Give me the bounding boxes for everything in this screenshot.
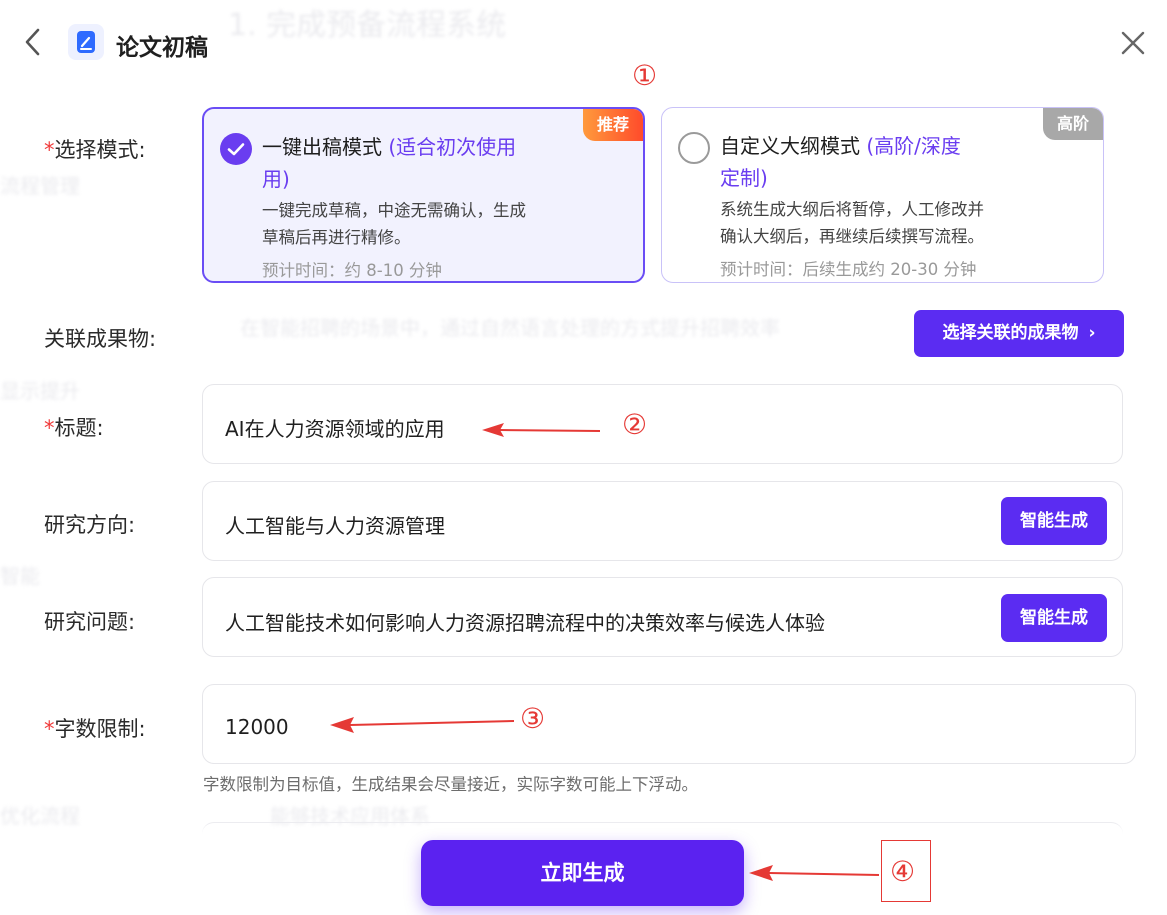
direction-input-value: 人工智能与人力资源管理 <box>225 514 445 538</box>
word-limit-input-value: 12000 <box>225 715 289 739</box>
required-mark: * <box>44 138 55 162</box>
title-input-value: AI在人力资源领域的应用 <box>225 417 445 441</box>
annotation-arrow-2 <box>482 423 601 437</box>
mode-card-one-click[interactable]: 一键出稿模式 (适合初次使用 用) 一键完成草稿，中途无需确认，生成 草稿后再进… <box>202 107 645 283</box>
mode-card-title: 自定义大纲模式 (高阶/深度 定制) <box>720 134 961 190</box>
background-text: 在智能招聘的场景中，通过自然语言处理的方式提升招聘效率 <box>240 316 780 340</box>
document-edit-icon <box>68 24 104 60</box>
background-text: 显示提升 <box>0 379 80 403</box>
annotation-arrow-4 <box>749 865 880 881</box>
title-input[interactable]: AI在人力资源领域的应用 <box>202 384 1123 464</box>
back-arrow-icon[interactable] <box>18 24 48 60</box>
annotation-marker-3: ③ <box>520 702 546 735</box>
unchecked-radio-icon <box>678 132 710 164</box>
question-input-value: 人工智能技术如何影响人力资源招聘流程中的决策效率与候选人体验 <box>225 611 825 635</box>
question-label: 研究问题: <box>44 610 136 634</box>
background-text: 流程管理 <box>0 174 80 198</box>
close-icon[interactable] <box>1116 26 1150 60</box>
generate-question-button[interactable]: 智能生成 <box>1001 594 1107 642</box>
recommend-badge: 推荐 <box>582 109 643 141</box>
mode-card-description: 系统生成大纲后将暂停，人工修改并 确认大纲后，再继续后续撰写流程。 <box>720 200 984 246</box>
annotation-marker-1: ① <box>632 59 658 92</box>
generate-now-button[interactable]: 立即生成 <box>421 840 744 906</box>
question-input[interactable]: 人工智能技术如何影响人力资源招聘流程中的决策效率与候选人体验 <box>202 577 1123 657</box>
checked-icon <box>220 133 252 165</box>
generate-direction-button[interactable]: 智能生成 <box>1001 497 1107 545</box>
required-mark: * <box>44 717 55 741</box>
direction-input[interactable]: 人工智能与人力资源管理 <box>202 481 1123 561</box>
direction-label: 研究方向: <box>44 513 136 537</box>
annotation-marker-4: ④ <box>890 855 916 888</box>
mode-card-time: 预计时间：约 8-10 分钟 <box>262 261 442 280</box>
advanced-badge: 高阶 <box>1042 108 1103 140</box>
mode-card-custom-outline[interactable]: 自定义大纲模式 (高阶/深度 定制) 系统生成大纲后将暂停，人工修改并 确认大纲… <box>661 107 1104 283</box>
required-mark: * <box>44 416 55 440</box>
mode-card-description: 一键完成草稿，中途无需确认，生成 草稿后再进行精修。 <box>262 201 526 247</box>
word-limit-hint: 字数限制为目标值，生成结果会尽量接近，实际字数可能上下浮动。 <box>203 775 698 794</box>
annotation-marker-2: ② <box>622 408 648 441</box>
annotation-box-4: ④ <box>881 840 931 902</box>
select-related-button[interactable]: 选择关联的成果物 › <box>914 310 1124 357</box>
background-text: 智能 <box>0 564 40 588</box>
background-text: 优化流程 <box>0 804 80 828</box>
related-label: 关联成果物: <box>44 327 157 351</box>
page-title: 论文初稿 <box>116 35 208 61</box>
title-label: *标题: <box>44 416 104 440</box>
hidden-field-edge <box>202 822 1123 842</box>
mode-label: *选择模式: <box>44 138 146 162</box>
annotation-arrow-3 <box>330 717 515 733</box>
mode-card-time: 预计时间：后续生成约 20-30 分钟 <box>720 260 977 279</box>
word-limit-label: *字数限制: <box>44 717 146 741</box>
chevron-right-icon: › <box>1088 323 1096 343</box>
dialog-header: 论文初稿 <box>0 0 1167 88</box>
mode-card-title: 一键出稿模式 (适合初次使用 用) <box>262 135 517 191</box>
